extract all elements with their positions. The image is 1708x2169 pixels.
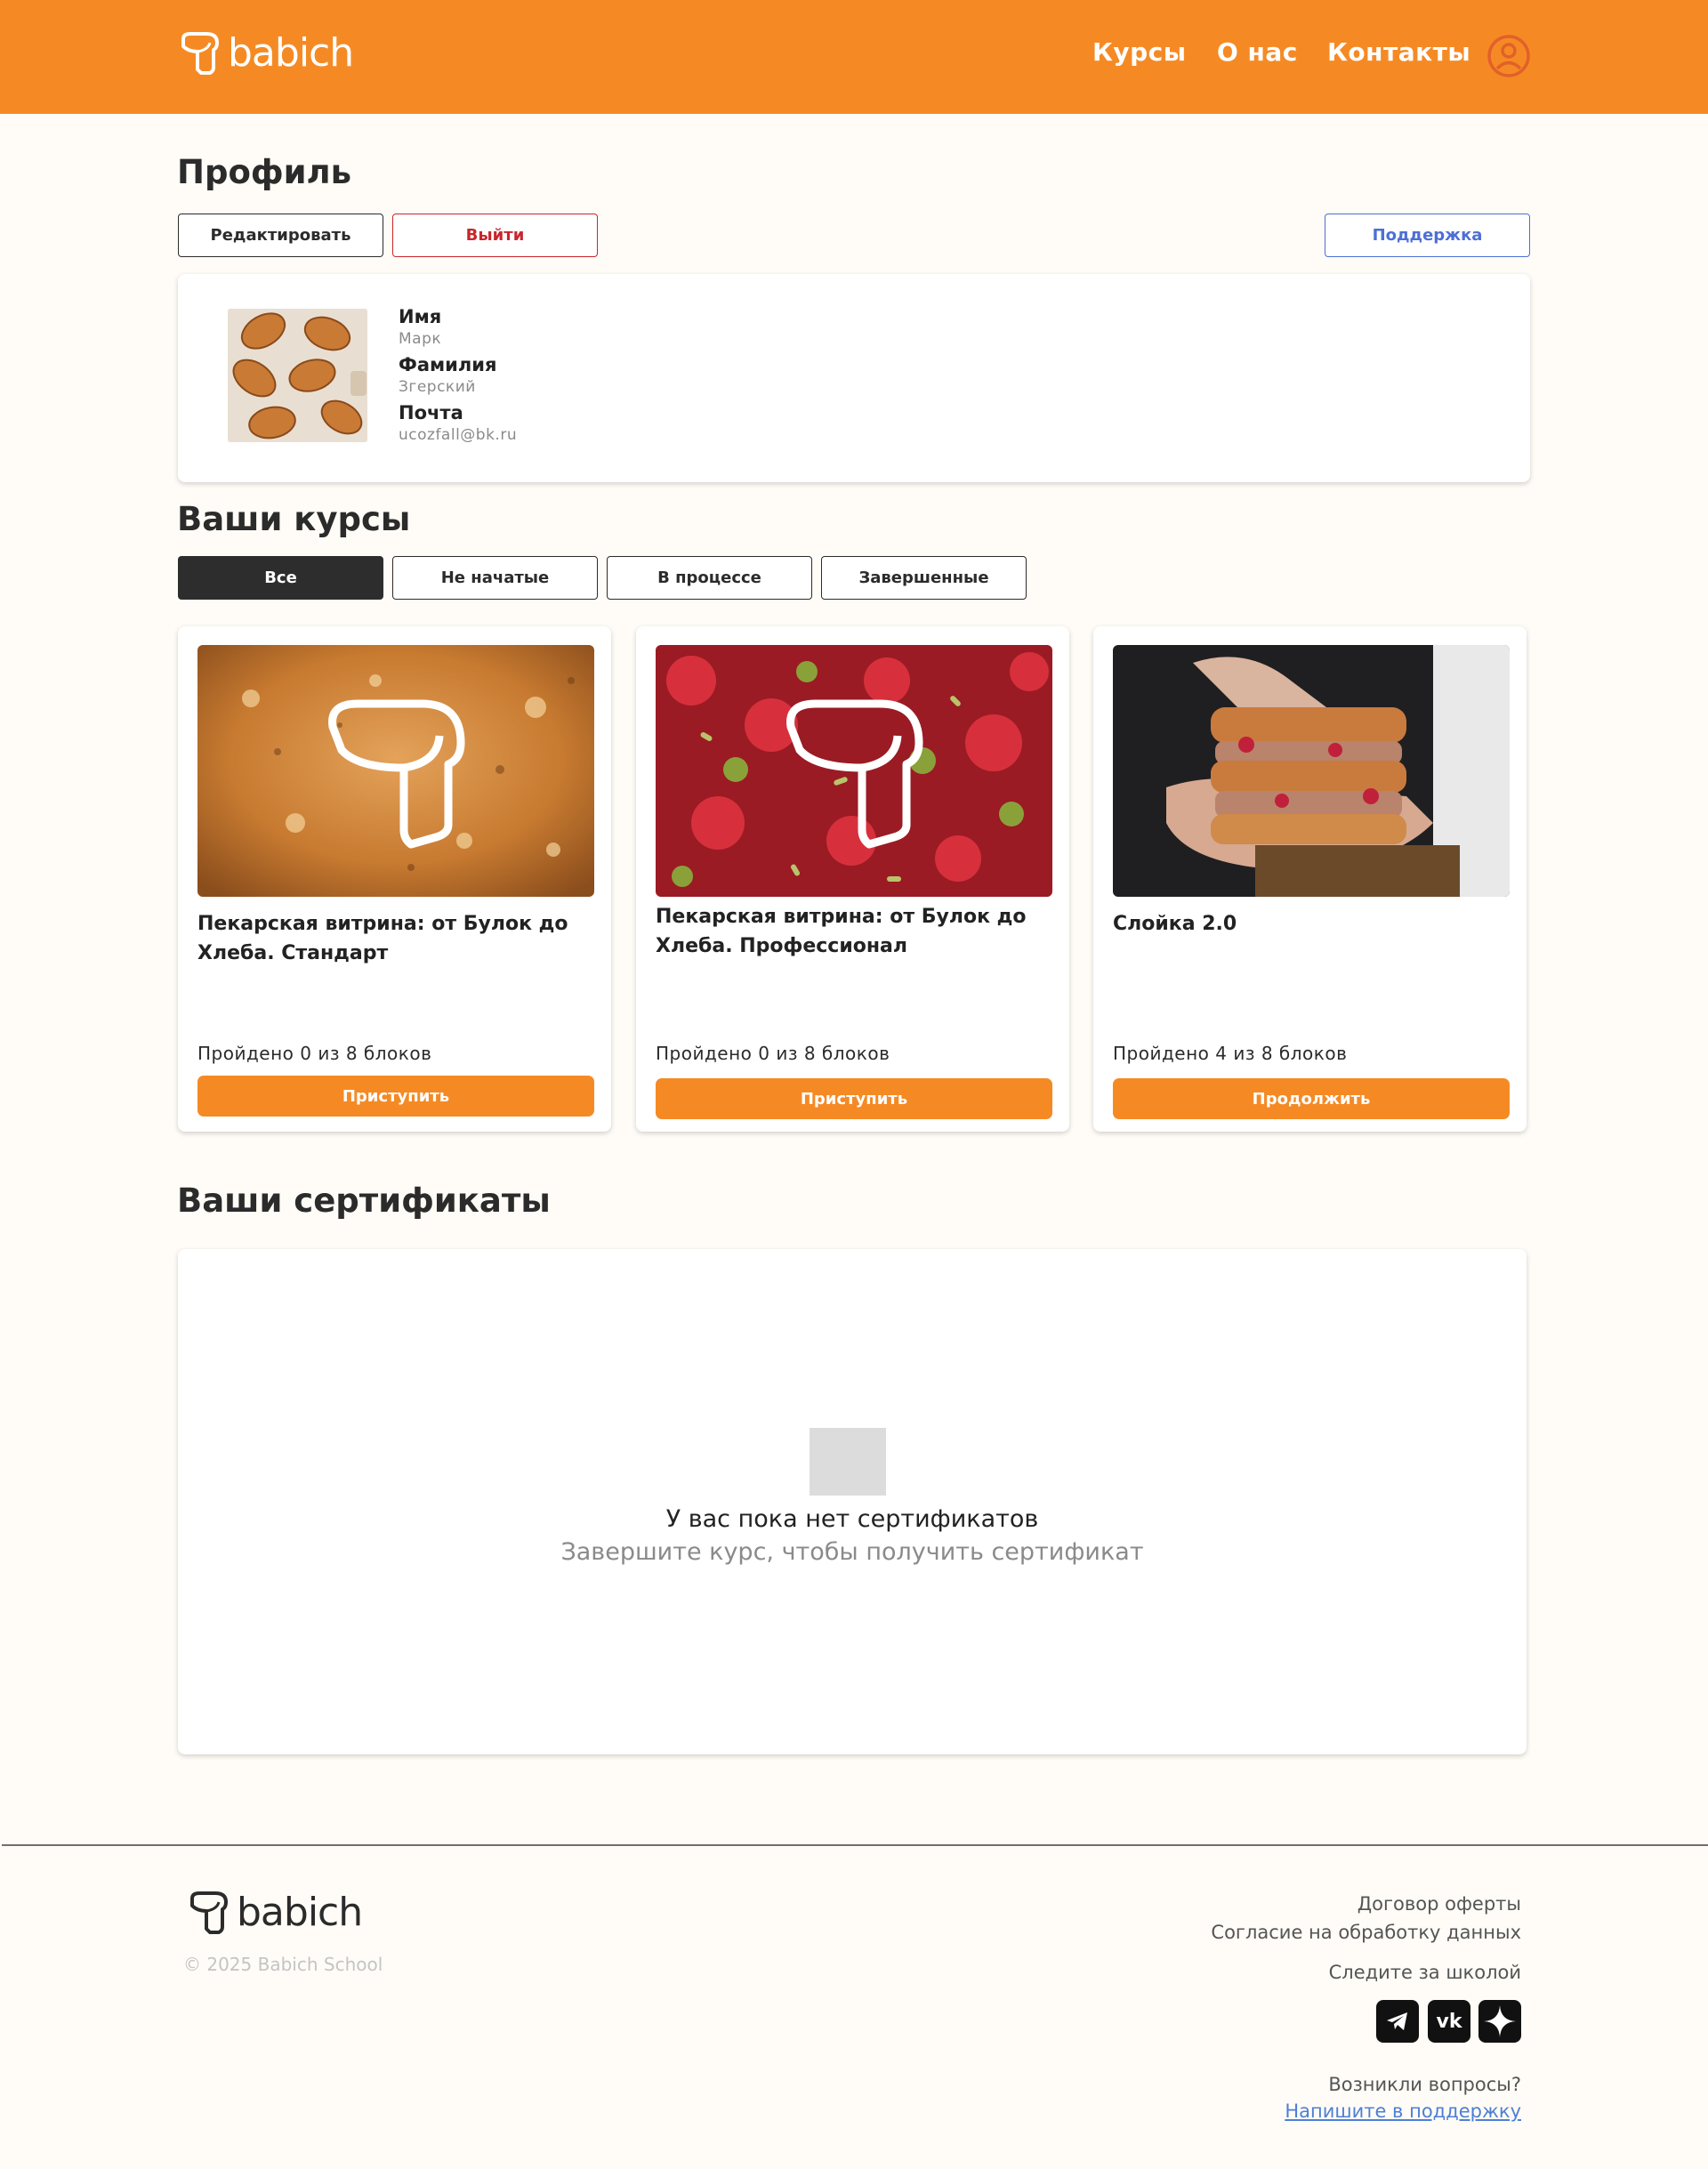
profile-card: Имя Марк Фамилия Згерский Почта ucozfall… — [178, 274, 1530, 482]
start-course-button[interactable]: Приступить — [656, 1078, 1052, 1119]
start-course-button[interactable]: Приступить — [197, 1076, 594, 1117]
filter-completed[interactable]: Завершенные — [821, 556, 1027, 600]
footer-logo[interactable]: babich — [185, 1890, 363, 1935]
logout-button[interactable]: Выйти — [392, 214, 598, 257]
question-label: Возникли вопросы? — [1328, 2074, 1521, 2095]
madeleines-image — [228, 309, 367, 442]
nav-about[interactable]: О нас — [1217, 37, 1298, 67]
continue-course-button[interactable]: Продолжить — [1113, 1078, 1510, 1119]
filter-not-started[interactable]: Не начатые — [392, 556, 598, 600]
logo-text: babich — [228, 30, 354, 76]
course-image — [197, 645, 594, 897]
site-header: babich Курсы О нас Контакты — [0, 0, 1708, 114]
surname-value: Згерский — [399, 378, 476, 396]
filter-in-progress[interactable]: В процессе — [607, 556, 812, 600]
header-logo[interactable]: babich — [176, 30, 354, 76]
course-title[interactable]: Пекарская витрина: от Булок до Хлеба. Пр… — [656, 902, 1052, 961]
yandex-zen-icon[interactable] — [1478, 2000, 1521, 2043]
nav-courses[interactable]: Курсы — [1092, 37, 1187, 67]
courses-title: Ваши курсы — [177, 500, 411, 538]
profile-title: Профиль — [177, 153, 352, 191]
telegram-icon[interactable] — [1376, 2000, 1419, 2043]
certificate-placeholder-image — [810, 1428, 886, 1496]
course-image — [656, 645, 1052, 897]
consent-link[interactable]: Согласие на обработку данных — [1211, 1922, 1521, 1943]
edit-profile-button[interactable]: Редактировать — [178, 214, 383, 257]
follow-label: Следите за школой — [1328, 1962, 1521, 1983]
email-label: Почта — [399, 402, 463, 423]
copyright: © 2025 Babich School — [183, 1954, 383, 1975]
course-title[interactable]: Пекарская витрина: от Булок до Хлеба. Ст… — [197, 909, 594, 968]
certificates-empty-subtitle: Завершите курс, чтобы получить сертифика… — [560, 1538, 1144, 1566]
vk-icon[interactable]: vk — [1428, 2000, 1470, 2043]
certificates-title: Ваши сертификаты — [177, 1181, 551, 1220]
course-title[interactable]: Слойка 2.0 — [1113, 909, 1510, 939]
offer-link[interactable]: Договор оферты — [1358, 1893, 1521, 1915]
email-value: ucozfall@bk.ru — [399, 426, 518, 444]
course-card[interactable]: Пекарская витрина: от Булок до Хлеба. Пр… — [636, 626, 1069, 1132]
filter-all[interactable]: Все — [178, 556, 383, 600]
nav-contacts[interactable]: Контакты — [1327, 37, 1470, 67]
bread-logo-icon — [181, 31, 219, 75]
bread-logo-icon — [190, 1891, 228, 1934]
course-progress: Пройдено 0 из 8 блоков — [656, 1043, 890, 1064]
certificates-card: У вас пока нет сертификатов Завершите ку… — [178, 1249, 1527, 1754]
course-card[interactable]: Слойка 2.0 Пройдено 4 из 8 блоков Продол… — [1093, 626, 1527, 1132]
footer-divider — [2, 1844, 1708, 1846]
certificates-empty-title: У вас пока нет сертификатов — [665, 1505, 1039, 1533]
surname-label: Фамилия — [399, 354, 497, 375]
user-circle-icon[interactable] — [1486, 34, 1531, 78]
course-progress: Пройдено 0 из 8 блоков — [197, 1043, 432, 1064]
name-label: Имя — [399, 306, 442, 327]
course-progress: Пройдено 4 из 8 блоков — [1113, 1043, 1348, 1064]
course-card[interactable]: Пекарская витрина: от Булок до Хлеба. Ст… — [178, 626, 611, 1132]
course-image — [1113, 645, 1510, 897]
name-value: Марк — [399, 330, 442, 348]
profile-photo — [228, 309, 367, 442]
support-link[interactable]: Напишите в поддержку — [1285, 2100, 1521, 2122]
support-button[interactable]: Поддержка — [1325, 214, 1530, 257]
logo-text: babich — [237, 1890, 363, 1935]
support-link-wrap: Напишите в поддержку — [1285, 2100, 1521, 2122]
